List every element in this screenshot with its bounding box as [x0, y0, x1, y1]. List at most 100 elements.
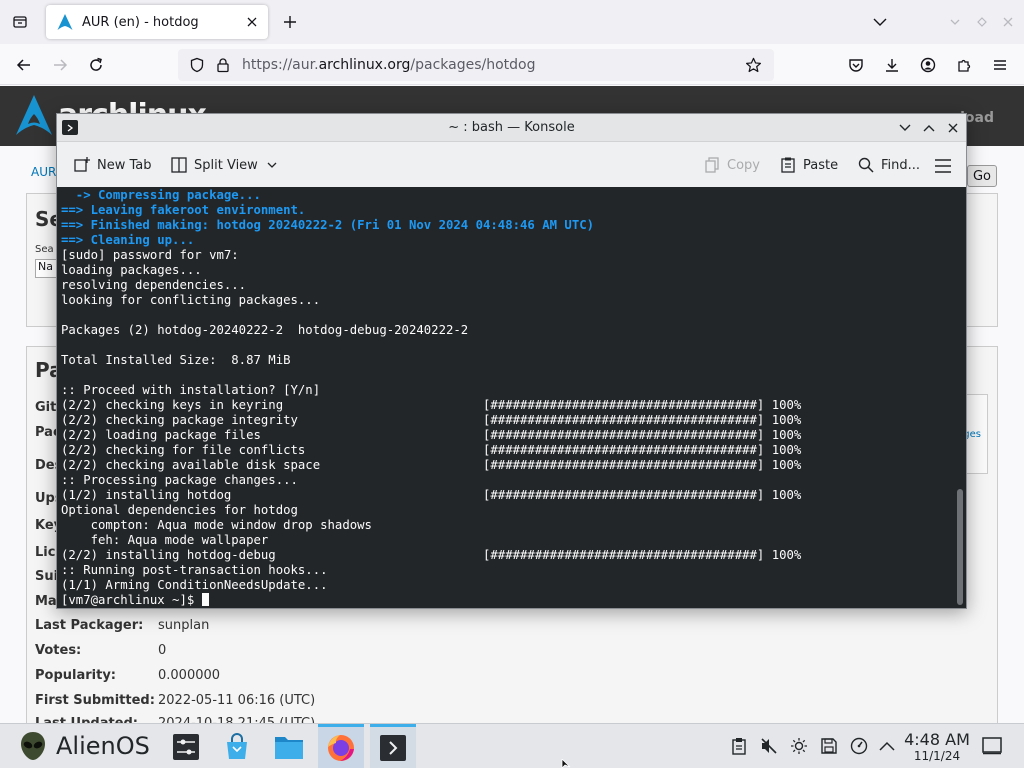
konsole-window-title: ~ : bash — Konsole: [448, 120, 575, 135]
terminal-line: resolving dependencies...: [61, 278, 247, 292]
terminal-line: ==> Finished making: hotdog 20240222-2 (…: [61, 218, 595, 232]
padlock-icon[interactable]: [210, 52, 236, 78]
copy-button[interactable]: Copy: [703, 155, 760, 175]
application-launcher[interactable]: AlienOS: [20, 731, 150, 761]
downloads-icon[interactable]: [879, 52, 905, 78]
close-window-icon[interactable]: [996, 10, 1020, 34]
breadcrumb[interactable]: AUR: [31, 165, 56, 179]
network-speedometer-icon[interactable]: [849, 736, 869, 756]
url-bar[interactable]: https://aur.archlinux.org/packages/hotdo…: [178, 49, 774, 81]
browser-navigation-bar: https://aur.archlinux.org/packages/hotdo…: [0, 44, 1024, 85]
account-icon[interactable]: [915, 52, 941, 78]
terminal-line: [sudo] password for vm7:: [61, 248, 239, 262]
detail-row: First Submitted: 2022-05-11 06:16 (UTC): [35, 693, 316, 708]
tab-overflow-chevron-icon[interactable]: [868, 10, 892, 34]
minimize-window-icon[interactable]: [943, 10, 967, 34]
terminal-line: (1/1) Arming ConditionNeedsUpdate...: [61, 578, 328, 592]
back-arrow-icon[interactable]: [11, 52, 37, 78]
terminal-line: :: Running post-transaction hooks...: [61, 563, 328, 577]
clock-time: 4:48 AM: [904, 730, 970, 749]
detail-label-maintainer: Ma: [35, 594, 57, 609]
firefox-task[interactable]: [318, 724, 364, 768]
konsole-minimize-icon[interactable]: [897, 120, 913, 136]
bookmark-star-icon[interactable]: [740, 52, 766, 78]
launcher-label: AlienOS: [56, 732, 150, 760]
clipboard-icon[interactable]: [729, 736, 749, 756]
reload-icon[interactable]: [83, 52, 109, 78]
konsole-task[interactable]: [370, 724, 416, 768]
konsole-window: ~ : bash — Konsole New Tab Split View Co…: [56, 113, 967, 609]
terminal-line: feh: Aqua mode wallpaper: [61, 533, 269, 547]
terminal-line: ==> Cleaning up...: [61, 233, 195, 247]
terminal-line: Packages (2) hotdog-20240222-2 hotdog-de…: [61, 323, 469, 337]
terminal-line: looking for conflicting packages...: [61, 293, 321, 307]
url-text: https://aur.archlinux.org/packages/hotdo…: [242, 57, 536, 73]
clock-date: 11/1/24: [913, 749, 961, 763]
disk-storage-icon[interactable]: [819, 736, 839, 756]
shell-prompt: [vm7@archlinux ~]$: [61, 593, 202, 607]
terminal-line: (2/2) checking keys in keyring [########…: [61, 398, 802, 412]
split-view-icon: [171, 157, 187, 173]
paste-icon: [781, 157, 795, 173]
terminal-line: compton: Aqua mode window drop shadows: [61, 518, 372, 532]
terminal-line: :: Proceed with installation? [Y/n]: [61, 383, 321, 397]
konsole-maximize-icon[interactable]: [921, 120, 937, 136]
forward-arrow-icon[interactable]: [47, 52, 73, 78]
browser-tab-aur[interactable]: AUR (en) - hotdog: [46, 5, 268, 39]
digital-clock[interactable]: 4:48 AM 11/1/24: [902, 730, 972, 763]
terminal-line: (2/2) installing hotdog-debug [#########…: [61, 548, 802, 562]
new-tab-button[interactable]: New Tab: [73, 155, 152, 175]
search-icon: [858, 157, 874, 173]
terminal-line: :: Processing package changes...: [61, 473, 298, 487]
firefox-icon: [328, 734, 354, 761]
discover-store-task[interactable]: [214, 727, 260, 767]
split-view-button[interactable]: Split View: [170, 155, 283, 175]
konsole-titlebar[interactable]: ~ : bash — Konsole: [57, 114, 966, 142]
expand-tray-chevron-icon[interactable]: [877, 736, 897, 756]
copy-icon: [705, 157, 719, 173]
terminal-line: (1/2) installing hotdog [###############…: [61, 488, 802, 502]
close-tab-icon[interactable]: [244, 14, 260, 30]
terminal-line: (2/2) checking for file conflicts [#####…: [61, 443, 802, 457]
tab-title: AUR (en) - hotdog: [82, 14, 199, 30]
terminal-line: loading packages...: [61, 263, 202, 277]
paste-button[interactable]: Paste: [779, 155, 838, 175]
pocket-icon[interactable]: [843, 52, 869, 78]
text-cursor: [201, 593, 209, 606]
store-bag-icon: [227, 733, 247, 759]
terminal-line: (2/2) checking available disk space [###…: [61, 458, 802, 472]
find-button[interactable]: Find...: [857, 155, 920, 175]
maximize-window-icon[interactable]: [970, 10, 994, 34]
terminal-prompt-line[interactable]: [vm7@archlinux ~]$: [61, 593, 801, 608]
terminal-line: ==> Leaving fakeroot environment.: [61, 203, 306, 217]
konsole-close-icon[interactable]: [945, 120, 961, 136]
terminal-view[interactable]: -> Compressing package... ==> Leaving fak…: [57, 187, 966, 608]
konsole-toolbar: New Tab Split View Copy Paste Find...: [57, 143, 966, 187]
alien-head-icon: [21, 732, 45, 760]
terminal-icon: [380, 734, 406, 761]
extensions-puzzle-icon[interactable]: [951, 52, 977, 78]
browser-tab-strip: AUR (en) - hotdog: [0, 0, 1024, 44]
file-manager-task[interactable]: [266, 727, 312, 767]
terminal-output: -> Compressing package... ==> Leaving fak…: [61, 188, 801, 608]
terminal-line: Optional dependencies for hotdog: [61, 503, 298, 517]
detail-label-submitter: Sui: [35, 569, 59, 584]
terminal-scrollbar[interactable]: [957, 489, 963, 605]
new-tab-plus-icon[interactable]: [278, 10, 302, 34]
hamburger-menu-icon[interactable]: [934, 156, 958, 176]
tracking-shield-icon[interactable]: [184, 52, 210, 78]
brightness-icon[interactable]: [789, 736, 809, 756]
list-all-tabs-icon[interactable]: [8, 10, 32, 34]
volume-muted-icon[interactable]: [759, 736, 779, 756]
show-desktop-icon[interactable]: [982, 737, 1002, 755]
detail-label-git: Git: [35, 400, 57, 415]
go-button[interactable]: Go: [967, 165, 997, 187]
system-settings-task[interactable]: [163, 727, 209, 767]
hamburger-menu-icon[interactable]: [987, 52, 1013, 78]
terminal-line: -> Compressing package...: [61, 188, 261, 202]
detail-row: Last Packager: sunplan: [35, 618, 210, 633]
folder-icon: [275, 737, 303, 759]
